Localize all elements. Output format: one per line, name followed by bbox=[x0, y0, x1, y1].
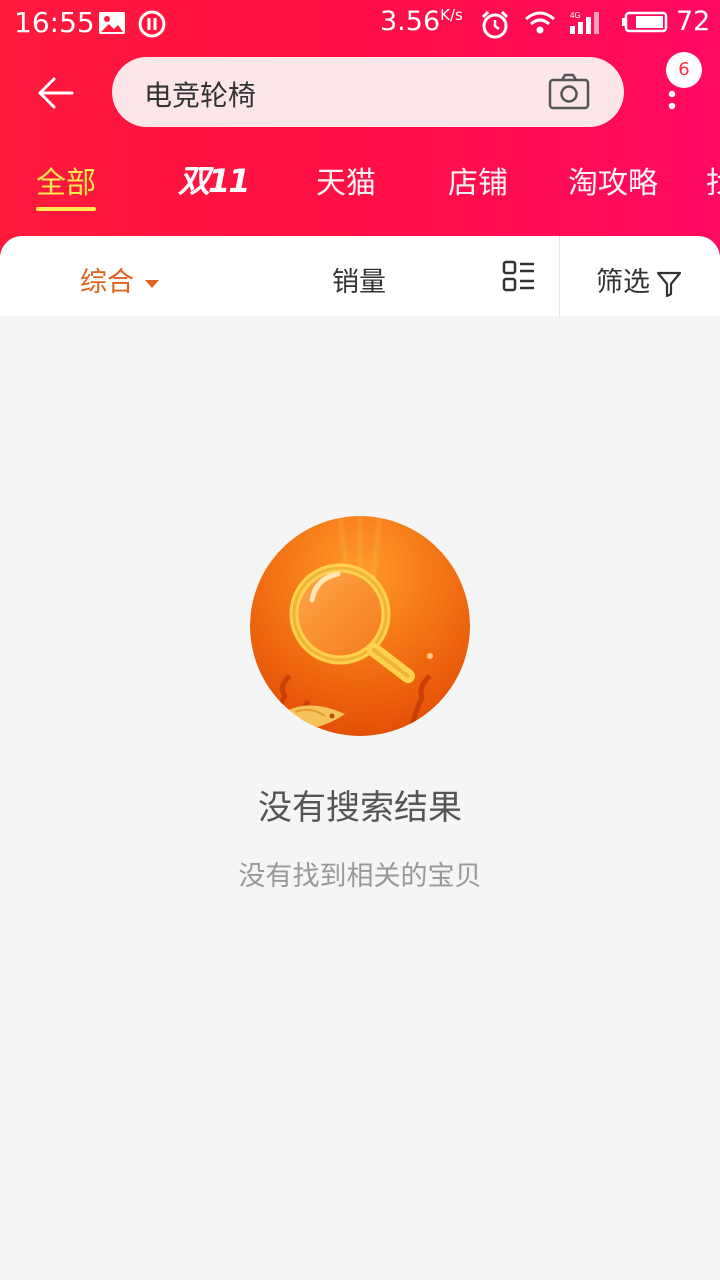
sort-sales[interactable]: 销量 bbox=[332, 260, 386, 299]
status-time: 16:55 bbox=[14, 6, 95, 39]
camera-icon[interactable] bbox=[548, 73, 590, 111]
sort-comprehensive[interactable]: 综合 bbox=[80, 260, 160, 299]
sort-comprehensive-label: 综合 bbox=[80, 267, 134, 298]
tab-shops[interactable]: 店铺 bbox=[448, 158, 508, 202]
header: 16:55 3.56K/s 4G 72 电竞轮椅 6 全部 双11 天猫 店铺 … bbox=[0, 0, 720, 316]
network-type: 4G bbox=[570, 11, 581, 20]
filter-label: 筛选 bbox=[596, 267, 650, 298]
filter-funnel-icon bbox=[656, 271, 682, 297]
message-badge: 6 bbox=[666, 52, 702, 88]
battery-icon bbox=[622, 11, 668, 33]
pause-circle-icon bbox=[138, 10, 166, 38]
alarm-icon bbox=[481, 10, 509, 39]
tab-double11[interactable]: 双11 bbox=[178, 156, 251, 202]
network-speed: 3.56K/s bbox=[380, 6, 463, 37]
grid-list-toggle-icon[interactable] bbox=[502, 260, 536, 292]
sort-bar: 综合 销量 筛选 bbox=[0, 236, 720, 316]
status-bar: 16:55 3.56K/s 4G 72 bbox=[0, 0, 720, 46]
empty-state-subtitle: 没有找到相关的宝贝 bbox=[238, 861, 482, 892]
empty-search-illustration bbox=[250, 516, 470, 736]
search-input[interactable]: 电竞轮椅 bbox=[112, 57, 624, 127]
filter-button[interactable]: 筛选 bbox=[596, 260, 682, 299]
back-arrow-icon[interactable] bbox=[34, 72, 76, 114]
tab-all[interactable]: 全部 bbox=[36, 158, 96, 202]
search-query: 电竞轮椅 bbox=[144, 79, 257, 112]
tab-tmall[interactable]: 天猫 bbox=[316, 158, 376, 202]
battery-level: 72 bbox=[676, 6, 711, 37]
tab-active-indicator bbox=[36, 207, 96, 211]
empty-state-title: 没有搜索结果 bbox=[258, 788, 462, 828]
image-icon bbox=[99, 12, 125, 34]
signal-icon: 4G bbox=[570, 11, 599, 34]
tab-more[interactable]: 找 bbox=[706, 158, 720, 202]
network-speed-value: 3.56 bbox=[380, 6, 441, 37]
network-speed-unit: K/s bbox=[440, 6, 463, 24]
sort-divider bbox=[559, 236, 560, 316]
wifi-icon bbox=[525, 11, 555, 34]
caret-down-icon bbox=[145, 279, 159, 288]
tab-guides[interactable]: 淘攻略 bbox=[568, 158, 658, 202]
